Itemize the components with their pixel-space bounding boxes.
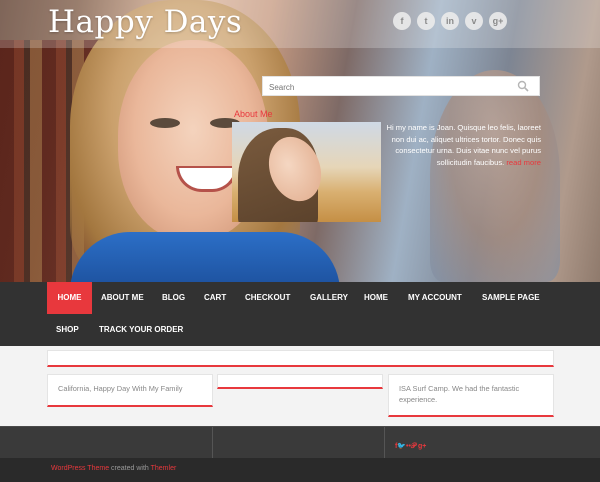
- search-input[interactable]: [263, 78, 503, 97]
- about-text-block: Hi my name is Joan. Quisque leo felis, l…: [384, 122, 541, 168]
- facebook-icon[interactable]: f: [393, 12, 411, 30]
- read-more-link[interactable]: read more: [506, 158, 541, 167]
- content-area: California, Happy Day With My Family ISA…: [0, 346, 600, 426]
- post-card-left-text: California, Happy Day With My Family: [58, 384, 183, 393]
- nav-blog[interactable]: Blog: [153, 282, 194, 314]
- nav-gallery[interactable]: Gallery: [301, 282, 357, 314]
- about-photo: [232, 122, 381, 222]
- content-top-bar: [47, 350, 554, 367]
- themler-link[interactable]: Themler: [151, 465, 177, 472]
- nav-home-2[interactable]: Home: [355, 282, 397, 314]
- footer-bottom-bar: WordPress Theme created with Themler: [0, 458, 600, 482]
- background-person: [430, 70, 560, 282]
- nav-checkout[interactable]: Checkout: [236, 282, 299, 314]
- wordpress-theme-link[interactable]: WordPress Theme: [51, 465, 109, 472]
- hero-shirt: [70, 232, 340, 282]
- nav-about-me[interactable]: About Me: [92, 282, 153, 314]
- post-card-left[interactable]: California, Happy Day With My Family: [47, 374, 213, 407]
- nav-my-account[interactable]: My account: [399, 282, 471, 314]
- linkedin-icon[interactable]: in: [441, 12, 459, 30]
- post-card-right-text: ISA Surf Camp. We had the fantastic expe…: [399, 384, 520, 404]
- search-box: [262, 76, 540, 97]
- footer-divider: [212, 427, 213, 459]
- nav-home[interactable]: Home: [47, 282, 92, 314]
- hero-eye-left: [150, 118, 180, 128]
- nav-cart[interactable]: Cart: [195, 282, 235, 314]
- nav-sample-page[interactable]: Sample Page: [473, 282, 549, 314]
- post-card-right[interactable]: ISA Surf Camp. We had the fantastic expe…: [388, 374, 554, 417]
- search-icon[interactable]: [517, 80, 529, 92]
- social-links: f t in v g+: [393, 12, 507, 30]
- footer-widgets: f🐦••𝒫 g+: [0, 426, 600, 459]
- post-card-middle[interactable]: [217, 374, 383, 389]
- site-title[interactable]: Happy Days: [48, 4, 242, 40]
- tumblr-icon[interactable]: t: [417, 12, 435, 30]
- footer-social-icons[interactable]: f🐦••𝒫 g+: [395, 442, 426, 451]
- google-plus-icon[interactable]: g+: [489, 12, 507, 30]
- about-title: About Me: [234, 109, 273, 119]
- nav-track-order[interactable]: Track your order: [90, 314, 192, 346]
- credit-text: created with: [109, 465, 151, 472]
- nav-shop[interactable]: Shop: [47, 314, 88, 346]
- footer-divider: [384, 427, 385, 459]
- main-nav: Home About Me Blog Cart Checkout Gallery…: [0, 282, 600, 346]
- vimeo-icon[interactable]: v: [465, 12, 483, 30]
- footer-credit: WordPress Theme created with Themler: [51, 465, 176, 472]
